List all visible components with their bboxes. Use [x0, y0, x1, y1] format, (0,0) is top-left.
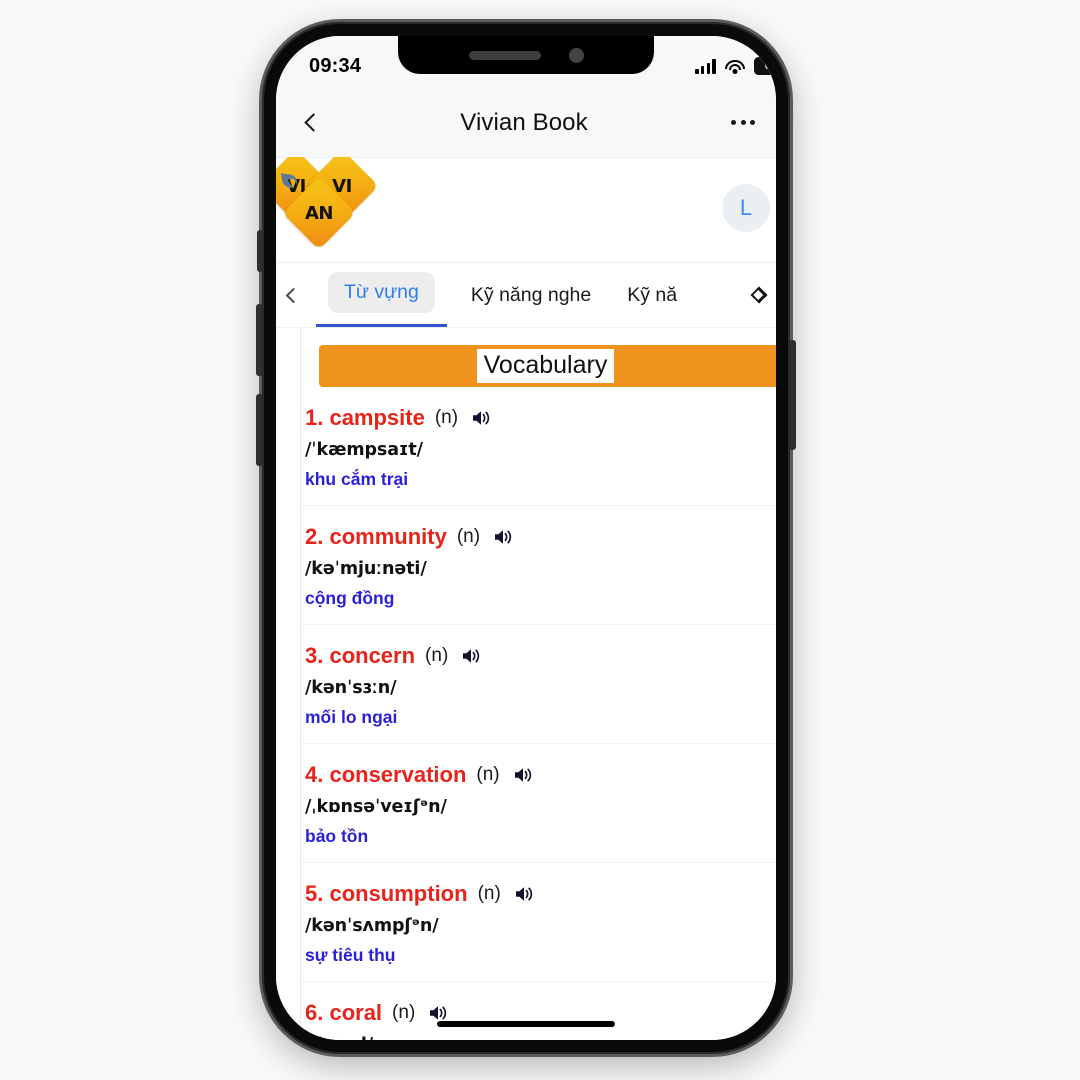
speaker-icon[interactable]	[514, 766, 534, 784]
phone-frame: 09:34 63 Vivian Book VI VI AN L Từ vựng …	[256, 22, 796, 1054]
tab-ky-nang-nghe-label: Kỹ năng nghe	[470, 283, 592, 306]
tab-tu-vung[interactable]: Từ vựng	[310, 263, 453, 327]
notch	[398, 36, 654, 74]
brand-header-band: VI VI AN L	[276, 149, 776, 263]
tab-list: Từ vựng Kỹ năng nghe Kỹ nă	[310, 263, 742, 327]
avatar-initial: L	[739, 195, 753, 220]
entry-part-of-speech: (n)	[434, 407, 459, 428]
phone-screen: 09:34 63 Vivian Book VI VI AN L Từ vựng …	[276, 36, 776, 1040]
home-indicator[interactable]	[437, 1021, 615, 1027]
back-button[interactable]	[284, 113, 342, 132]
tab-bar-divider	[276, 327, 776, 328]
entry-part-of-speech: (n)	[425, 645, 449, 666]
vocabulary-entry: 4. conservation (n) /ˌkɒnsəˈveɪʃᵊn/bảo tồn	[301, 744, 776, 863]
entry-head: 3. concern (n)	[305, 643, 776, 669]
tab-scroll-left-button[interactable]	[276, 287, 310, 303]
entry-head: 4. conservation (n)	[305, 762, 776, 788]
entry-translation: mối lo ngại	[305, 707, 398, 727]
entry-ipa: /kənˈsɜːn/	[305, 678, 397, 698]
speaker-icon[interactable]	[472, 409, 492, 427]
status-time: 09:34	[309, 54, 362, 77]
page-title: Vivian Book	[460, 108, 588, 136]
entry-head: 5. consumption (n)	[305, 881, 776, 907]
entry-word: 5. consumption	[305, 881, 468, 906]
vocabulary-entry: 1. campsite (n) /ˈkæmpsaɪt/khu cắm trại	[301, 387, 776, 506]
entry-ipa: /kəˈmjuːnəti/	[305, 559, 427, 579]
tab-ky-nang-nghe[interactable]: Kỹ năng nghe	[453, 263, 609, 327]
tab-tu-vung-label: Từ vựng	[328, 271, 435, 313]
speaker-icon[interactable]	[429, 1004, 449, 1022]
speaker-icon[interactable]	[494, 528, 514, 546]
entry-word: 4. conservation	[305, 762, 467, 787]
volume-up-button[interactable]	[256, 304, 263, 376]
volume-down-button[interactable]	[256, 394, 263, 466]
tab-ky-nang-truncated[interactable]: Kỹ nă	[609, 263, 695, 327]
entry-translation: cộng đồng	[305, 588, 395, 608]
entry-word: 2. community	[305, 524, 447, 549]
vocabulary-entry-list: 1. campsite (n) /ˈkæmpsaɪt/khu cắm trại 2. …	[301, 387, 776, 1040]
chevron-left-icon	[285, 287, 301, 303]
avatar[interactable]: L	[722, 184, 770, 232]
entry-part-of-speech: (n)	[476, 764, 500, 785]
vocabulary-entry: 2. community (n) /kəˈmjuːnəti/cộng đồng	[301, 506, 776, 625]
entry-ipa: /ˈkɒrəl/	[305, 1035, 776, 1040]
cellular-bars-icon	[695, 59, 716, 74]
more-options-button[interactable]	[712, 120, 774, 125]
speaker-icon[interactable]	[515, 885, 535, 903]
entry-part-of-speech: (n)	[392, 1002, 416, 1023]
entry-word: 6. coral	[305, 1000, 383, 1025]
entry-head: 2. community (n)	[305, 524, 776, 550]
entry-part-of-speech: (n)	[477, 883, 501, 904]
entry-word: 1. campsite	[305, 405, 425, 430]
entry-translation: sự tiêu thụ	[305, 945, 396, 965]
battery-icon: 63	[754, 57, 776, 75]
battery-level-text: 63	[764, 60, 776, 72]
vivian-logo[interactable]: VI VI AN	[276, 149, 384, 250]
entry-ipa: /kənˈsʌmpʃᵊn/	[305, 916, 439, 936]
vocabulary-entry: 5. consumption (n) /kənˈsʌmpʃᵊn/sự tiêu th…	[301, 863, 776, 982]
entry-ipa: /ˈkæmpsaɪt/	[305, 440, 423, 460]
chevron-left-icon	[303, 113, 323, 132]
entry-head: 1. campsite (n)	[305, 405, 776, 431]
entry-translation: khu cắm trại	[305, 469, 409, 489]
mute-switch-button[interactable]	[257, 230, 263, 272]
entry-translation: bảo tồn	[305, 826, 369, 846]
vocabulary-entry: 3. concern (n) /kənˈsɜːn/mối lo ngại	[301, 625, 776, 744]
earpiece-speaker-icon	[468, 50, 541, 60]
speaker-icon[interactable]	[462, 647, 482, 665]
navigation-bar: Vivian Book	[276, 88, 776, 157]
tab-ky-nang-truncated-label: Kỹ nă	[627, 283, 678, 306]
vocabulary-banner-title: Vocabulary	[476, 349, 615, 383]
entry-ipa: /ˌkɒnsəˈveɪʃᵊn/	[305, 797, 447, 817]
power-button[interactable]	[789, 340, 796, 450]
wifi-icon	[725, 59, 745, 74]
ellipsis-icon-dot	[740, 120, 746, 125]
vocabulary-scroll-area[interactable]: Vocabulary 1. campsite (n) /ˈkæmpsaɪt/khu …	[276, 328, 776, 1040]
ellipsis-icon-dot	[731, 120, 736, 125]
chevron-right-icon	[750, 286, 768, 304]
vocabulary-document: Vocabulary 1. campsite (n) /ˈkæmpsaɪt/khu …	[300, 328, 776, 1040]
logo-diamond-3-label: AN	[305, 202, 333, 224]
vocabulary-banner: Vocabulary	[319, 345, 776, 387]
tab-bar: Từ vựng Kỹ năng nghe Kỹ nă	[276, 263, 776, 327]
front-camera-icon	[568, 47, 584, 63]
tab-scroll-right-button[interactable]	[742, 286, 776, 304]
vocabulary-entry: 6. coral(n)/ˈkɒrəl/san hô	[301, 982, 776, 1040]
ellipsis-icon-dot	[750, 120, 755, 125]
entry-word: 3. concern	[305, 643, 416, 668]
entry-part-of-speech: (n)	[456, 526, 481, 547]
status-icons: 63	[695, 57, 776, 75]
